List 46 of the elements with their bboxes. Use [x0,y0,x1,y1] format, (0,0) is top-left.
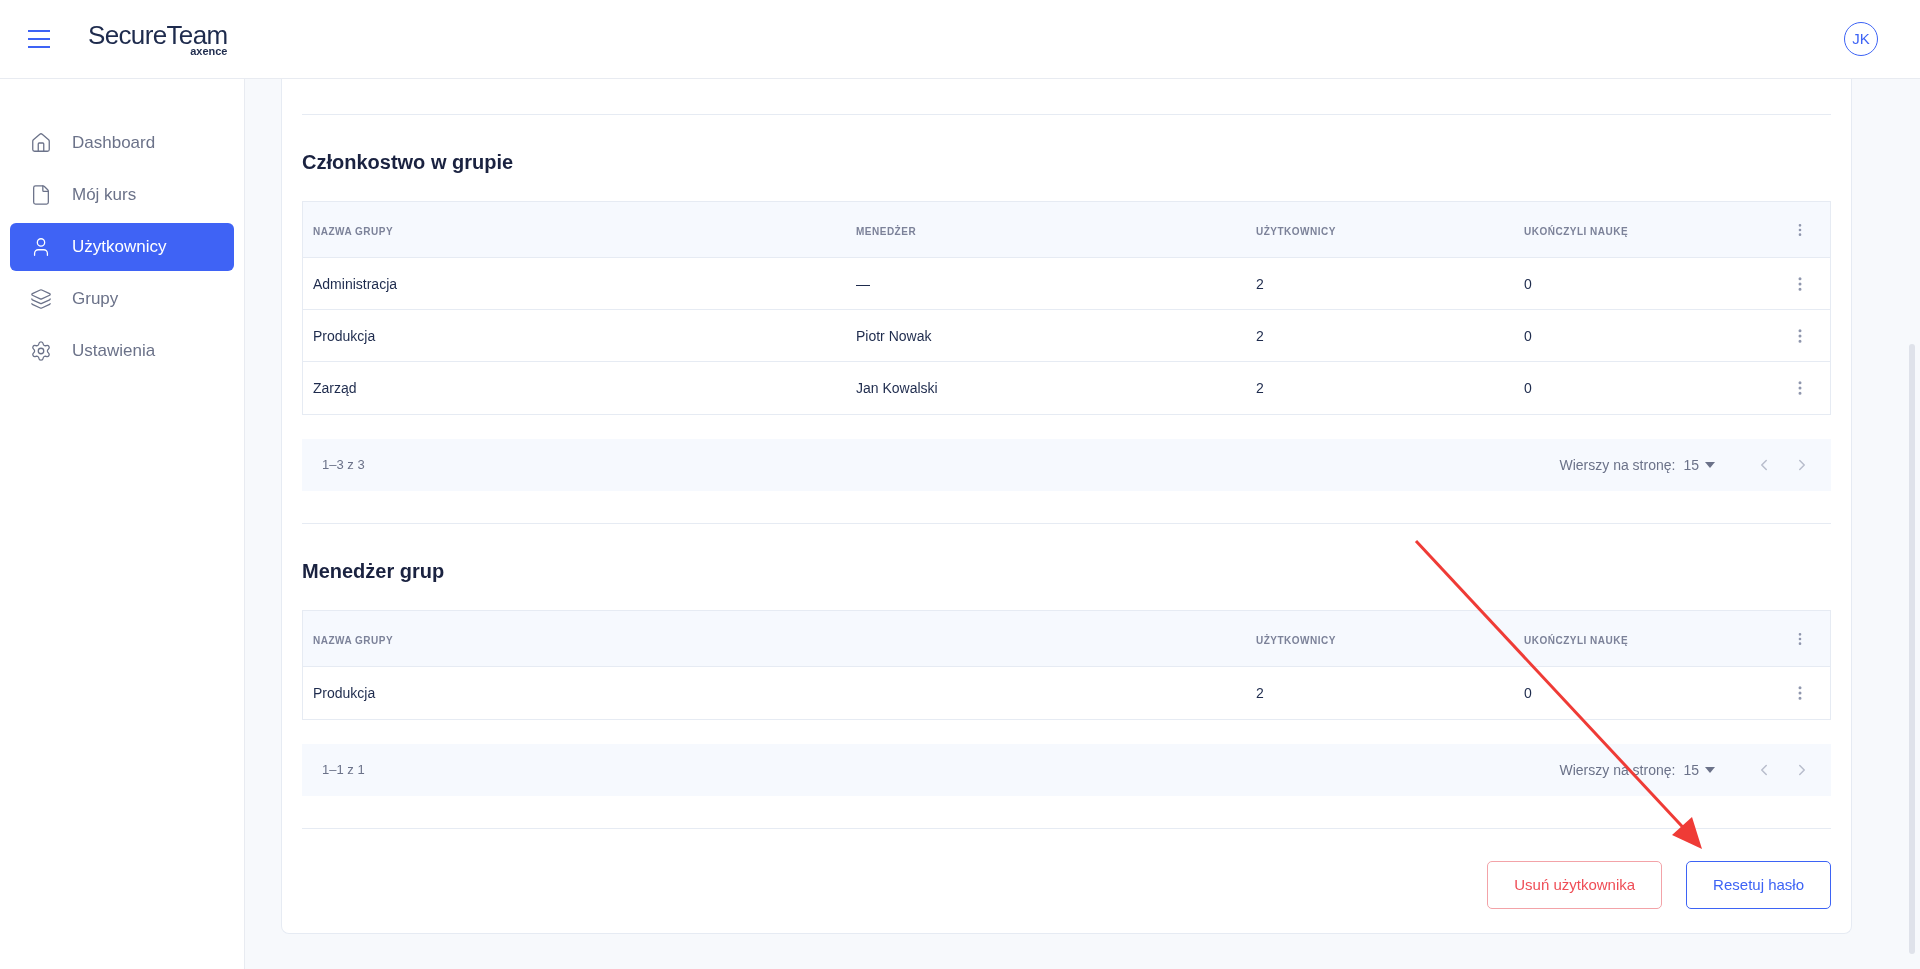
delete-user-button[interactable]: Usuń użytkownika [1487,861,1663,909]
table-cell: Produkcja [313,327,376,344]
table-cell: 0 [1524,275,1532,292]
table-cell: 2 [1256,275,1264,292]
table-cell: Zarząd [313,380,357,396]
table-cell: 0 [1524,380,1532,396]
sidebar-item[interactable]: Grupy [10,275,234,323]
column-header: UKOŃCZYLI NAUKĘ [1524,634,1629,646]
scrollbar-thumb[interactable] [1909,344,1915,954]
home-icon [30,132,52,154]
reset-password-button[interactable]: Resetuj hasło [1686,861,1831,909]
sidebar-item[interactable]: Dashboard [10,119,234,167]
table-cell: — [856,275,870,292]
table-cell: 2 [1256,380,1264,396]
logo: SecureTeam axence [88,21,228,57]
page-range: 1–3 z 3 [322,456,365,475]
document-icon [30,184,52,206]
table-cell: Administracja [313,275,398,292]
column-header: UŻYTKOWNICY [1256,634,1336,646]
dropdown-caret-icon [1705,462,1715,468]
table-cell: 0 [1524,685,1532,701]
table-cell: 2 [1256,327,1264,344]
table-cell: 0 [1524,327,1532,344]
dropdown-caret-icon [1705,767,1715,773]
sidebar-item[interactable]: Ustawienia [10,327,234,375]
column-header: NAZWA GRUPY [313,634,394,646]
settings-icon [30,340,52,362]
rows-per-page-select[interactable]: 15 [1683,759,1715,781]
sidebar-item[interactable]: Użytkownicy [10,223,234,271]
table-cell: 2 [1256,685,1264,701]
sidebar-item[interactable]: Mój kurs [10,171,234,219]
page-range: 1–1 z 1 [322,761,365,780]
rows-per-page-label: Wierszy na stronę: [1559,455,1676,475]
rows-per-page-select[interactable]: 15 [1683,454,1715,476]
layers-icon [30,288,52,310]
column-header: UKOŃCZYLI NAUKĘ [1524,225,1629,237]
rows-per-page-label: Wierszy na stronę: [1559,760,1676,780]
column-header: NAZWA GRUPY [313,225,394,237]
section-title: Menedżer grup [302,559,446,584]
column-header: UŻYTKOWNICY [1256,225,1336,237]
table-cell: Produkcja [313,685,376,701]
table-cell: Jan Kowalski [856,380,938,396]
table-cell: Piotr Nowak [856,327,932,344]
column-header: MENEDŻER [856,225,917,237]
section-title: Członkostwo w grupie [302,150,515,175]
menu-icon[interactable] [28,30,50,48]
